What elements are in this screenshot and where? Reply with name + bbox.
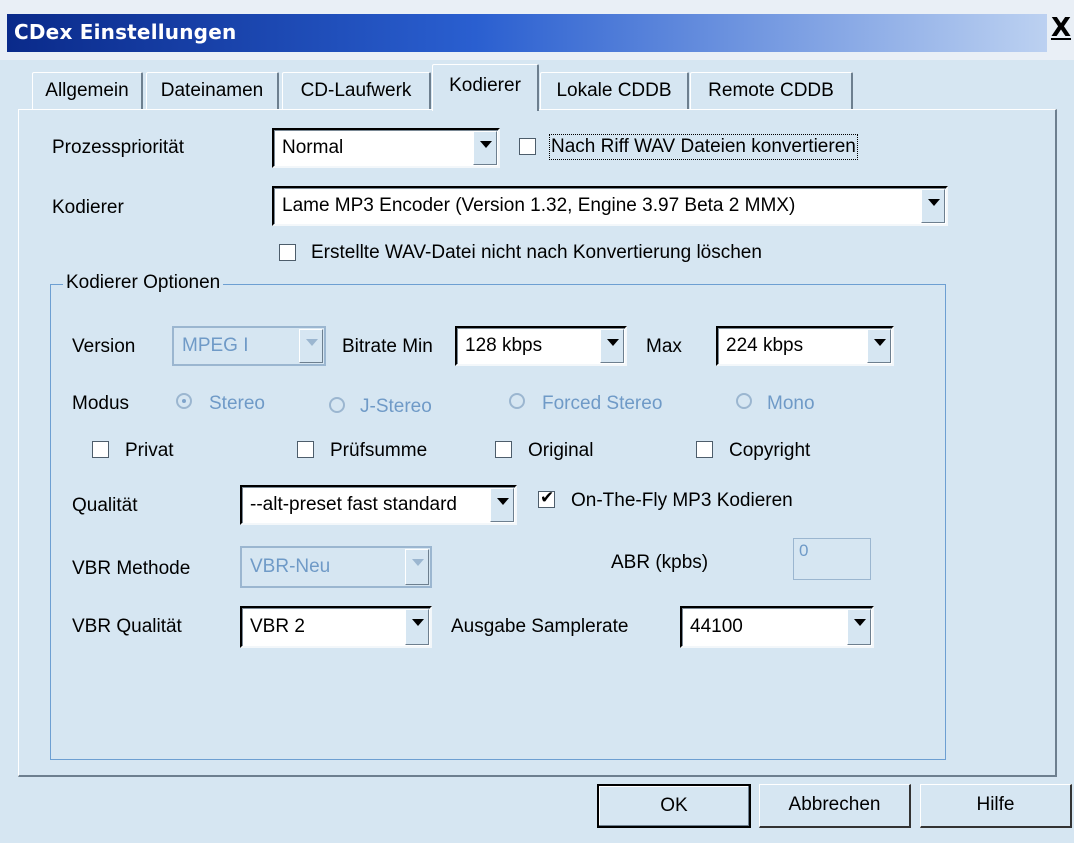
- max-label: Max: [646, 336, 682, 357]
- priority-value: Normal: [282, 137, 344, 158]
- tab-kodierer[interactable]: Kodierer: [432, 64, 539, 111]
- close-button[interactable]: X: [1050, 14, 1072, 42]
- chevron-down-icon[interactable]: [921, 189, 945, 223]
- vbr-quality-select[interactable]: VBR 2: [240, 606, 432, 648]
- bitrate-min-value: 128 kbps: [465, 335, 543, 356]
- encoder-value: Lame MP3 Encoder (Version 1.32, Engine 3…: [282, 195, 796, 216]
- chevron-down-icon[interactable]: [847, 609, 871, 645]
- priority-select[interactable]: Normal: [272, 128, 500, 168]
- vbr-method-value: VBR-Neu: [250, 556, 331, 577]
- samplerate-select[interactable]: 44100: [680, 606, 874, 648]
- radio-forced-stereo[interactable]: [509, 393, 525, 409]
- samplerate-label: Ausgabe Samplerate: [451, 616, 629, 637]
- chevron-down-icon[interactable]: [600, 329, 624, 363]
- tab-dateinamen[interactable]: Dateinamen: [146, 72, 279, 109]
- vbr-method-label: VBR Methode: [72, 558, 191, 579]
- radio-j-stereo[interactable]: [329, 397, 345, 413]
- bitrate-min-select[interactable]: 128 kbps: [455, 326, 627, 366]
- radio-j-stereo-label[interactable]: J-Stereo: [360, 396, 432, 418]
- abr-label: ABR (kpbs): [611, 552, 709, 573]
- quality-value: --alt-preset fast standard: [250, 494, 457, 515]
- mode-label: Modus: [72, 393, 130, 414]
- tab-remote-cddb[interactable]: Remote CDDB: [690, 72, 853, 109]
- privat-label[interactable]: Privat: [125, 440, 174, 462]
- cancel-button[interactable]: Abbrechen: [759, 784, 911, 828]
- encoder-label: Kodierer: [52, 197, 124, 218]
- chevron-down-icon[interactable]: [405, 609, 429, 645]
- radio-forced-stereo-label[interactable]: Forced Stereo: [542, 393, 662, 415]
- original-label[interactable]: Original: [528, 440, 593, 462]
- radio-mono-label[interactable]: Mono: [767, 393, 815, 415]
- abr-value: 0: [799, 541, 809, 560]
- version-value: MPEG I: [182, 335, 249, 356]
- samplerate-value: 44100: [690, 616, 743, 637]
- radio-mono[interactable]: [736, 393, 752, 409]
- version-label: Version: [72, 336, 136, 357]
- vbr-quality-value: VBR 2: [250, 616, 305, 637]
- vbr-quality-label: VBR Qualität: [72, 616, 182, 637]
- chevron-down-icon[interactable]: [867, 329, 891, 363]
- tab-lokale-cddb[interactable]: Lokale CDDB: [540, 72, 689, 109]
- radio-stereo-label[interactable]: Stereo: [209, 393, 265, 415]
- onthefly-label[interactable]: On-The-Fly MP3 Kodieren: [571, 490, 793, 512]
- help-button[interactable]: Hilfe: [920, 784, 1072, 828]
- checksum-checkbox[interactable]: [297, 441, 314, 458]
- encoder-select[interactable]: Lame MP3 Encoder (Version 1.32, Engine 3…: [272, 186, 948, 226]
- priority-label: Prozesspriorität: [52, 137, 184, 158]
- quality-label: Qualität: [72, 495, 138, 516]
- chevron-down-icon[interactable]: [405, 549, 429, 585]
- chevron-down-icon[interactable]: [490, 488, 514, 522]
- onthefly-checkbox[interactable]: [538, 488, 555, 508]
- copyright-label[interactable]: Copyright: [729, 440, 810, 462]
- original-checkbox[interactable]: [495, 441, 512, 458]
- radio-stereo[interactable]: [176, 393, 192, 409]
- encoder-options-title: Kodierer Optionen: [63, 272, 224, 294]
- tab-cd-laufwerk[interactable]: CD-Laufwerk: [282, 72, 431, 109]
- copyright-checkbox[interactable]: [696, 441, 713, 458]
- ok-button[interactable]: OK: [597, 784, 751, 828]
- privat-checkbox[interactable]: [92, 441, 109, 458]
- riff-checkbox[interactable]: [519, 138, 536, 155]
- bitrate-min-label: Bitrate Min: [342, 336, 433, 357]
- keep-wav-checkbox[interactable]: [279, 244, 296, 261]
- vbr-method-select[interactable]: VBR-Neu: [240, 546, 432, 588]
- quality-select[interactable]: --alt-preset fast standard: [240, 485, 517, 525]
- riff-checkbox-label[interactable]: Nach Riff WAV Dateien konvertieren: [549, 134, 858, 160]
- version-select[interactable]: MPEG I: [172, 326, 326, 366]
- tab-allgemein[interactable]: Allgemein: [32, 72, 143, 109]
- chevron-down-icon[interactable]: [473, 131, 497, 165]
- window-title: CDex Einstellungen: [14, 20, 237, 44]
- checksum-label[interactable]: Prüfsumme: [330, 440, 427, 462]
- max-value: 224 kbps: [726, 335, 804, 356]
- abr-input[interactable]: 0: [793, 538, 871, 580]
- keep-wav-label[interactable]: Erstellte WAV-Datei nicht nach Konvertie…: [311, 242, 762, 264]
- chevron-down-icon[interactable]: [299, 329, 323, 363]
- max-select[interactable]: 224 kbps: [716, 326, 894, 366]
